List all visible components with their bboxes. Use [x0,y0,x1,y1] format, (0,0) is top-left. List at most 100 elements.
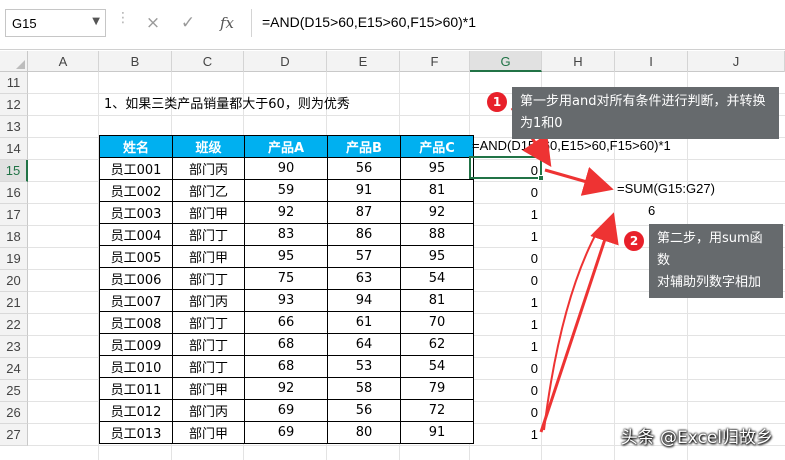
table-cell[interactable]: 90 [244,157,328,180]
fill-handle[interactable] [538,175,544,181]
column-header-e[interactable]: E [327,51,400,72]
table-cell[interactable]: 员工008 [99,311,173,334]
table-cell[interactable]: 部门甲 [172,245,245,268]
sum-formula-text[interactable]: =SUM(G15:G27) [617,181,715,196]
table-cell[interactable]: 部门丙 [172,289,245,312]
table-cell[interactable]: 员工004 [99,223,173,246]
helper-cell[interactable]: 1 [470,427,542,442]
header-product-b[interactable]: 产品B [327,135,401,158]
table-cell[interactable]: 92 [400,201,474,224]
table-cell[interactable]: 部门丁 [172,267,245,290]
header-name[interactable]: 姓名 [99,135,173,158]
row-header-13[interactable]: 13 [0,116,28,138]
helper-cell[interactable]: 1 [470,295,542,310]
table-cell[interactable]: 员工011 [99,377,173,400]
row-header-19[interactable]: 19 [0,248,28,270]
select-all-corner[interactable] [0,51,28,72]
table-cell[interactable]: 部门丁 [172,223,245,246]
table-cell[interactable]: 员工006 [99,267,173,290]
table-cell[interactable]: 79 [400,377,474,400]
row-header-14[interactable]: 14 [0,138,28,160]
header-product-c[interactable]: 产品C [400,135,474,158]
table-cell[interactable]: 80 [327,421,401,444]
enter-check-icon[interactable]: ✓ [174,9,202,37]
table-cell[interactable]: 部门甲 [172,421,245,444]
table-cell[interactable]: 部门甲 [172,377,245,400]
column-header-b[interactable]: B [99,51,172,72]
helper-cell[interactable]: 0 [470,405,542,420]
helper-cell[interactable]: 0 [470,273,542,288]
table-cell[interactable]: 部门甲 [172,201,245,224]
table-cell[interactable]: 59 [244,179,328,202]
table-cell[interactable]: 66 [244,311,328,334]
table-cell[interactable]: 53 [327,355,401,378]
table-cell[interactable]: 88 [400,223,474,246]
helper-cell[interactable]: 0 [470,251,542,266]
table-cell[interactable]: 64 [327,333,401,356]
row-header-21[interactable]: 21 [0,292,28,314]
row-header-23[interactable]: 23 [0,336,28,358]
table-cell[interactable]: 86 [327,223,401,246]
table-cell[interactable]: 94 [327,289,401,312]
table-cell[interactable]: 91 [400,421,474,444]
sum-result[interactable]: 6 [648,203,655,218]
table-cell[interactable]: 58 [327,377,401,400]
table-cell[interactable]: 员工010 [99,355,173,378]
table-cell[interactable]: 81 [400,289,474,312]
table-cell[interactable]: 部门丙 [172,157,245,180]
table-cell[interactable]: 57 [327,245,401,268]
row-header-20[interactable]: 20 [0,270,28,292]
table-cell[interactable]: 员工003 [99,201,173,224]
table-cell[interactable]: 62 [400,333,474,356]
table-cell[interactable]: 员工013 [99,421,173,444]
cancel-icon[interactable]: × [139,9,167,37]
table-cell[interactable]: 87 [327,201,401,224]
formula-input[interactable]: =AND(D15>60,E15>60,F15>60)*1 [262,14,476,30]
table-cell[interactable]: 部门丁 [172,333,245,356]
row-header-16[interactable]: 16 [0,182,28,204]
table-cell[interactable]: 70 [400,311,474,334]
helper-cell[interactable]: 1 [470,207,542,222]
column-header-i[interactable]: I [615,51,688,72]
table-cell[interactable]: 75 [244,267,328,290]
table-cell[interactable]: 92 [244,377,328,400]
column-header-h[interactable]: H [542,51,615,72]
row-header-27[interactable]: 27 [0,424,28,446]
row-header-26[interactable]: 26 [0,402,28,424]
table-cell[interactable]: 63 [327,267,401,290]
row-header-17[interactable]: 17 [0,204,28,226]
table-cell[interactable]: 95 [400,157,474,180]
helper-cell[interactable]: 0 [470,185,542,200]
table-cell[interactable]: 83 [244,223,328,246]
row-header-15[interactable]: 15 [0,160,28,182]
table-cell[interactable]: 93 [244,289,328,312]
helper-cell[interactable]: 0 [470,383,542,398]
insert-function-icon[interactable]: fx [213,9,241,37]
table-cell[interactable]: 95 [244,245,328,268]
table-cell[interactable]: 员工007 [99,289,173,312]
active-cell-selection[interactable] [469,156,542,179]
table-cell[interactable]: 56 [327,157,401,180]
table-cell[interactable]: 95 [400,245,474,268]
helper-cell[interactable]: 1 [470,317,542,332]
table-cell[interactable]: 69 [244,399,328,422]
table-cell[interactable]: 56 [327,399,401,422]
table-cell[interactable]: 91 [327,179,401,202]
table-cell[interactable]: 部门丁 [172,355,245,378]
name-box[interactable]: G15 ▼ [5,9,106,37]
table-cell[interactable]: 61 [327,311,401,334]
table-cell[interactable]: 92 [244,201,328,224]
table-cell[interactable]: 69 [244,421,328,444]
table-cell[interactable]: 员工001 [99,157,173,180]
row-header-11[interactable]: 11 [0,72,28,94]
table-cell[interactable]: 部门丙 [172,399,245,422]
row-header-24[interactable]: 24 [0,358,28,380]
row-header-12[interactable]: 12 [0,94,28,116]
header-class[interactable]: 班级 [172,135,245,158]
header-product-a[interactable]: 产品A [244,135,328,158]
row-header-18[interactable]: 18 [0,226,28,248]
table-cell[interactable]: 68 [244,355,328,378]
row-header-22[interactable]: 22 [0,314,28,336]
helper-cell[interactable]: 0 [470,361,542,376]
table-cell[interactable]: 54 [400,355,474,378]
